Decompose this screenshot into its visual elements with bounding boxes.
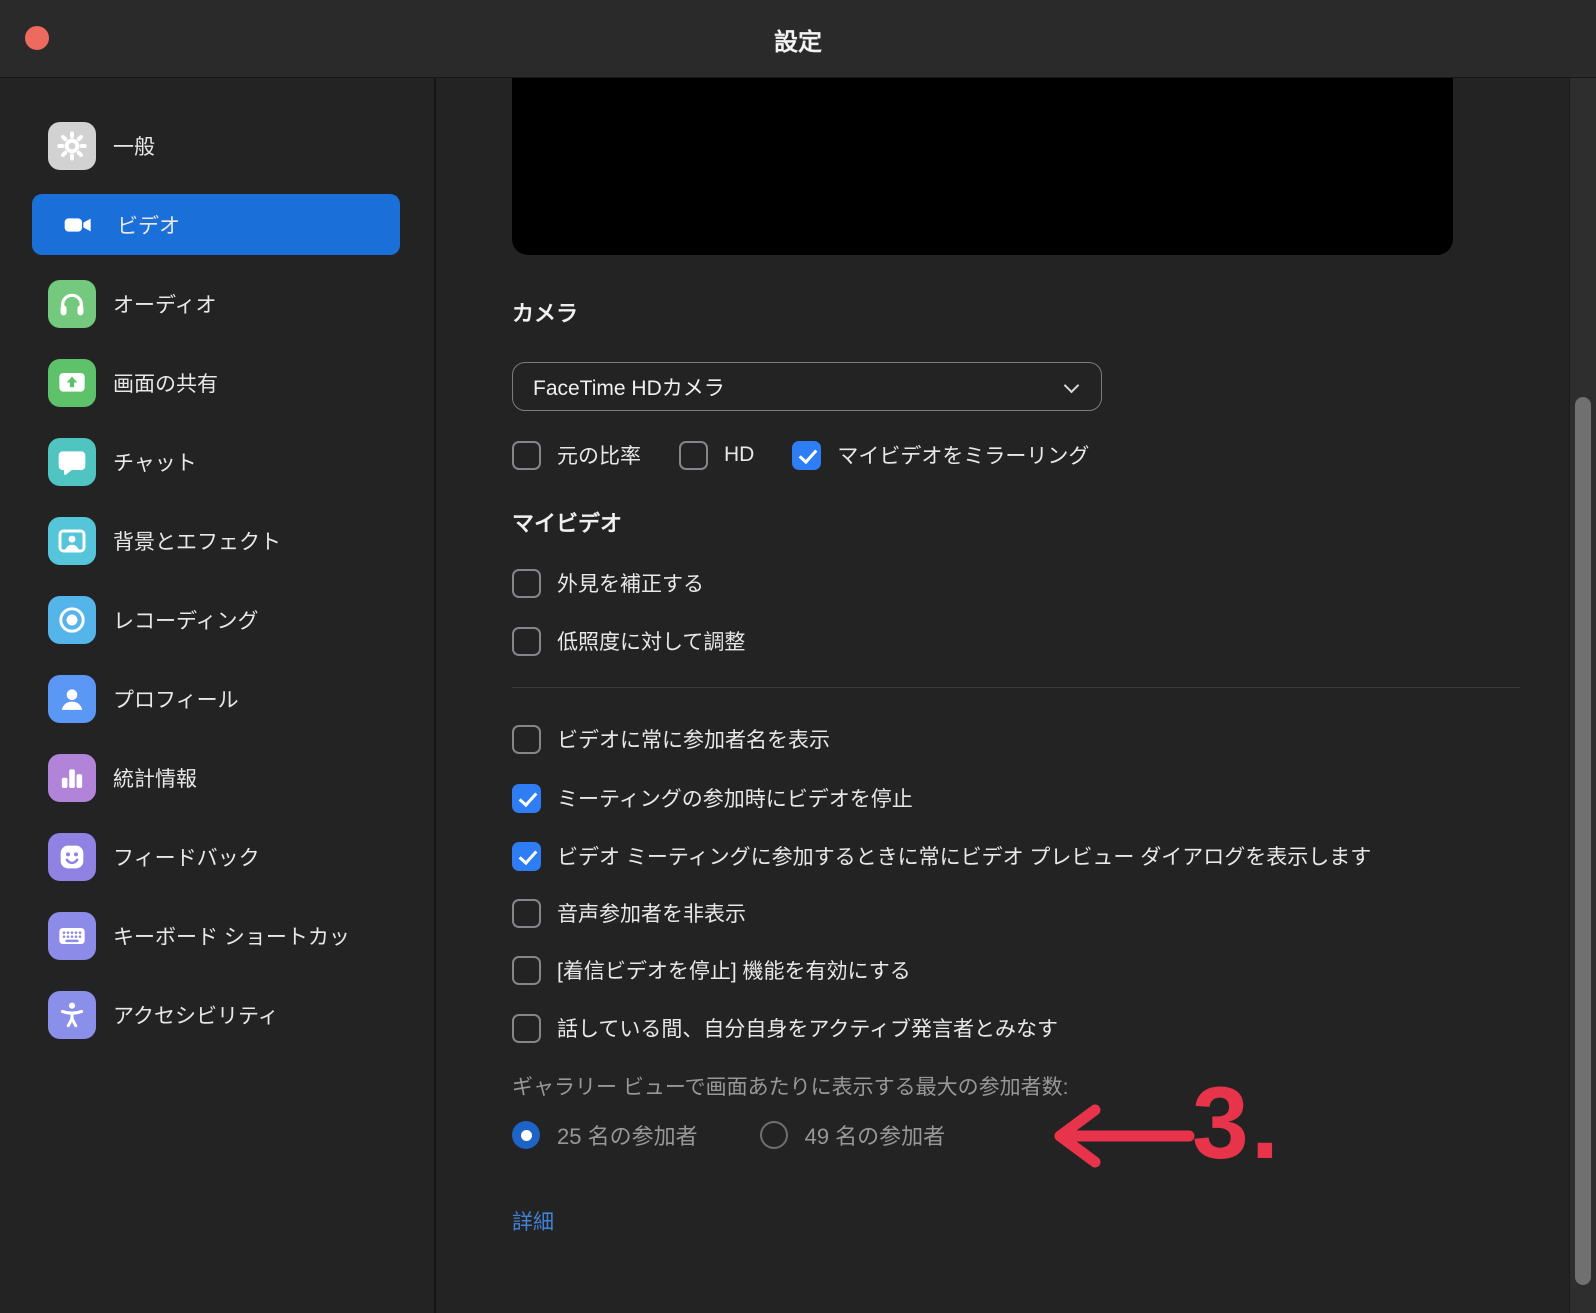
- checkbox-label: 話している間、自分自身をアクティブ発言者とみなす: [557, 1013, 1058, 1043]
- gallery-view-label: ギャラリー ビューで画面あたりに表示する最大の参加者数:: [512, 1071, 1068, 1101]
- hd-option[interactable]: HD: [679, 441, 754, 470]
- sidebar-item-video[interactable]: ビデオ: [0, 185, 434, 264]
- sidebar-item-statistics[interactable]: 統計情報: [0, 738, 434, 817]
- sidebar-item-label: ビデオ: [117, 210, 180, 240]
- checkbox[interactable]: [792, 441, 821, 470]
- radio-49-participants[interactable]: [760, 1121, 788, 1149]
- smiley-icon: [48, 833, 96, 881]
- checkbox[interactable]: [512, 441, 541, 470]
- touch-up-appearance-option[interactable]: 外見を補正する: [512, 568, 704, 598]
- accessibility-icon: [48, 991, 96, 1039]
- checkbox-label: ビデオに常に参加者名を表示: [557, 724, 830, 754]
- sidebar-item-label: 背景とエフェクト: [113, 526, 281, 556]
- sidebar: 一般 ビデオ オーディオ 画面の共有: [0, 78, 434, 1313]
- advanced-link[interactable]: 詳細: [512, 1206, 554, 1236]
- video-preview-dialog-option[interactable]: ビデオ ミーティングに参加するときに常にビデオ プレビュー ダイアログを表示しま…: [512, 841, 1371, 871]
- checkbox-label: 低照度に対して調整: [557, 626, 745, 656]
- radio-25-participants[interactable]: [512, 1121, 540, 1149]
- checkbox[interactable]: [512, 956, 541, 985]
- settings-window: 設定 一般 ビデオ オーディオ: [0, 0, 1596, 1313]
- sidebar-item-audio[interactable]: オーディオ: [0, 264, 434, 343]
- checkbox-label: ビデオ ミーティングに参加するときに常にビデオ プレビュー ダイアログを表示しま…: [557, 841, 1371, 871]
- record-icon: [48, 596, 96, 644]
- checkbox[interactable]: [512, 569, 541, 598]
- sidebar-item-label: アクセシビリティ: [113, 1000, 279, 1030]
- sidebar-item-label: フィードバック: [113, 842, 260, 872]
- keyboard-icon: [48, 912, 96, 960]
- checkbox[interactable]: [679, 441, 708, 470]
- sidebar-item-label: 画面の共有: [113, 368, 218, 398]
- checkbox[interactable]: [512, 899, 541, 928]
- radio-label: 49 名の参加者: [805, 1119, 946, 1151]
- sidebar-item-general[interactable]: 一般: [0, 106, 434, 185]
- sidebar-content-divider: [434, 78, 436, 1313]
- sidebar-item-profile[interactable]: プロフィール: [0, 659, 434, 738]
- chevron-down-icon: [1064, 378, 1080, 394]
- bar-chart-icon: [48, 754, 96, 802]
- checkbox-label: 外見を補正する: [557, 568, 704, 598]
- low-light-option[interactable]: 低照度に対して調整: [512, 626, 745, 656]
- section-divider: [512, 687, 1520, 688]
- background-effects-icon: [48, 517, 96, 565]
- my-video-section-heading: マイビデオ: [512, 506, 622, 538]
- sidebar-item-screen-share[interactable]: 画面の共有: [0, 343, 434, 422]
- checkbox[interactable]: [512, 784, 541, 813]
- radio-label: 25 名の参加者: [557, 1119, 698, 1151]
- checkbox[interactable]: [512, 627, 541, 656]
- camera-option-row: 元の比率 HD マイビデオをミラーリング: [512, 440, 1089, 470]
- checkbox[interactable]: [512, 1014, 541, 1043]
- stop-incoming-video-option[interactable]: [着信ビデオを停止] 機能を有効にする: [512, 955, 911, 985]
- active-speaker-while-talking-option[interactable]: 話している間、自分自身をアクティブ発言者とみなす: [512, 1013, 1058, 1043]
- checkbox[interactable]: [512, 725, 541, 754]
- hide-non-video-participants-option[interactable]: 音声参加者を非表示: [512, 898, 746, 928]
- checkbox-label: 元の比率: [557, 440, 641, 470]
- video-camera-icon: [56, 203, 100, 247]
- gallery-radio-group: 25 名の参加者 49 名の参加者: [512, 1119, 945, 1151]
- sidebar-item-label: オーディオ: [113, 289, 217, 319]
- sidebar-item-accessibility[interactable]: アクセシビリティ: [0, 975, 434, 1054]
- sidebar-item-label: チャット: [113, 447, 197, 477]
- sidebar-item-recording[interactable]: レコーディング: [0, 580, 434, 659]
- checkbox[interactable]: [512, 842, 541, 871]
- sidebar-item-keyboard-shortcuts[interactable]: キーボード ショートカッ: [0, 896, 434, 975]
- profile-icon: [48, 675, 96, 723]
- camera-device-value: FaceTime HDカメラ: [533, 372, 725, 402]
- sidebar-item-label: 一般: [113, 131, 155, 161]
- annotation-arrow-icon: [1048, 1098, 1198, 1176]
- checkbox-label: マイビデオをミラーリング: [837, 440, 1089, 470]
- checkbox-label: [着信ビデオを停止] 機能を有効にする: [557, 955, 911, 985]
- checkbox-label: ミーティングの参加時にビデオを停止: [557, 783, 913, 813]
- camera-section-heading: カメラ: [512, 296, 578, 328]
- sidebar-item-label: レコーディング: [113, 605, 259, 635]
- stop-video-on-join-option[interactable]: ミーティングの参加時にビデオを停止: [512, 783, 913, 813]
- gear-icon: [48, 122, 96, 170]
- checkbox-label: HD: [724, 443, 754, 467]
- video-preview: [512, 78, 1453, 255]
- headphones-icon: [48, 280, 96, 328]
- sidebar-item-background-effects[interactable]: 背景とエフェクト: [0, 501, 434, 580]
- sidebar-item-label: 統計情報: [113, 763, 197, 793]
- chat-bubble-icon: [48, 438, 96, 486]
- sidebar-item-chat[interactable]: チャット: [0, 422, 434, 501]
- checkbox-label: 音声参加者を非表示: [557, 898, 746, 928]
- sidebar-item-label: プロフィール: [113, 684, 239, 714]
- original-ratio-option[interactable]: 元の比率: [512, 440, 641, 470]
- title-bar: 設定: [0, 0, 1596, 78]
- sidebar-item-feedback[interactable]: フィードバック: [0, 817, 434, 896]
- screen-share-icon: [48, 359, 96, 407]
- always-show-names-option[interactable]: ビデオに常に参加者名を表示: [512, 724, 830, 754]
- window-title: 設定: [0, 0, 1596, 78]
- annotation-step-number: 3.: [1192, 1072, 1281, 1174]
- scrollbar-thumb[interactable]: [1575, 397, 1591, 1285]
- mirror-video-option[interactable]: マイビデオをミラーリング: [792, 440, 1089, 470]
- camera-device-dropdown[interactable]: FaceTime HDカメラ: [512, 362, 1102, 411]
- sidebar-item-label: キーボード ショートカッ: [113, 921, 350, 951]
